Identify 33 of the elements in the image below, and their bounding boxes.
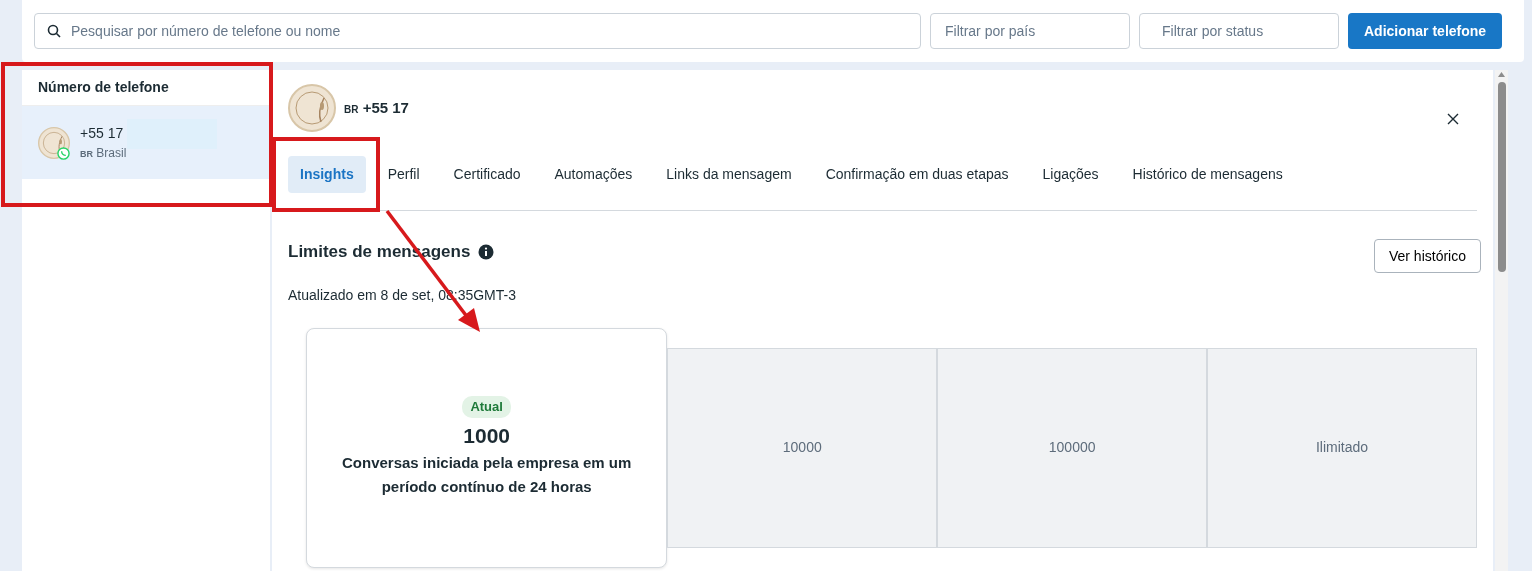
tab[interactable]: Perfil [375,156,432,193]
history-button[interactable]: Ver histórico [1373,239,1481,273]
tier-value: Ilimitado [1316,438,1369,457]
add-phone-button[interactable]: Adicionar telefone [1348,13,1503,49]
column-header: Número de telefone [38,78,169,97]
tab[interactable]: Automações [542,156,645,193]
tab[interactable]: Insights [288,156,366,193]
close-icon [1447,112,1459,125]
filter-input[interactable]: Filtrar por país [943,19,1128,43]
tab[interactable]: Certificado [441,156,533,193]
country-label: BR Brasil [80,145,128,162]
current-badge: Atual [462,396,511,418]
phone-number: +55 17 [80,124,124,143]
tab[interactable]: Links da mensagem [654,156,804,193]
tier-value: 1000 [463,422,510,449]
tier-description: Conversas iniciada pela empresa em um período contínuo de 24 horas [341,453,633,497]
tab[interactable]: Histórico de mensagens [1120,156,1295,193]
phone-list-item[interactable]: +55 17 BR Brasil [22,106,270,179]
filter-dropdown[interactable]: Filtrar por status [1139,13,1339,49]
scroll-up-icon[interactable] [1497,70,1506,78]
filter-dropdown[interactable]: Filtrar por país [930,13,1130,49]
whatsapp-icon [57,146,70,160]
tier-value: 10000 [782,438,822,457]
info-icon[interactable] [478,243,495,260]
scrollbar-thumb[interactable] [1497,82,1506,272]
tab[interactable]: Confirmação em duas etapas [813,156,1021,193]
tab[interactable]: Ligações [1030,156,1111,193]
search-input[interactable]: Pesquisar por número de telefone ou nome [69,19,908,43]
phone-title: BR +55 17 [344,97,409,118]
search-box[interactable]: Pesquisar por número de telefone ou nome [34,13,921,49]
tier-value: 100000 [1048,438,1096,457]
search-icon [47,24,61,38]
logo-icon [288,84,336,132]
